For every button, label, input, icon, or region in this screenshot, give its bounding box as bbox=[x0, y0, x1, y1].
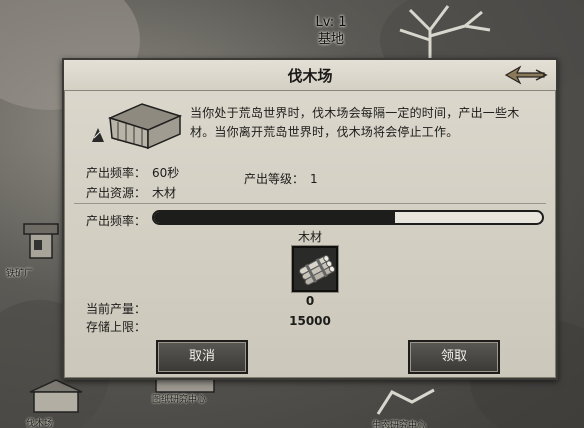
progress-fill bbox=[154, 212, 395, 223]
current-output-value: 0 bbox=[305, 294, 315, 308]
claim-button[interactable]: 领取 bbox=[408, 340, 500, 374]
wood-log-bundle-icon bbox=[299, 255, 336, 286]
dead-tree-icon bbox=[399, 5, 491, 60]
frequency-label: 产出频率： bbox=[86, 166, 147, 180]
lumber-mill-icon bbox=[92, 103, 183, 150]
level-label: 产出等级： bbox=[244, 172, 305, 186]
eco-research-building[interactable] bbox=[372, 384, 442, 418]
dialog-title: 伐木场 bbox=[287, 67, 333, 85]
resource-label: 产出资源： bbox=[86, 186, 147, 200]
map-label-eco-center: 生态研究中心 bbox=[372, 421, 427, 428]
frequency-stat: 产出频率： 60秒 bbox=[86, 164, 179, 181]
resource-stat: 产出资源： 木材 bbox=[86, 184, 176, 201]
frequency-value: 60秒 bbox=[152, 166, 180, 180]
close-arrow-icon[interactable] bbox=[504, 64, 548, 86]
base-level-badge[interactable]: Lv: 1 基地 bbox=[298, 14, 364, 52]
cancel-button[interactable]: 取消 bbox=[156, 340, 248, 374]
resource-name: 木材 bbox=[297, 230, 322, 244]
map-label-iron-mine: 铁矿厂 bbox=[6, 269, 34, 279]
progress-label: 产出频率： bbox=[86, 214, 147, 228]
resource-value: 木材 bbox=[152, 186, 177, 200]
capacity-value: 15000 bbox=[289, 314, 331, 328]
dialog-header: 伐木场 bbox=[64, 60, 556, 91]
base-label: 基地 bbox=[317, 32, 344, 47]
building-description: 当你处于荒岛世界时，伐木场会每隔一定的时间，产出一些木材。当你离开荒岛世界时，伐… bbox=[190, 106, 520, 139]
lumber-mill-dialog: 伐木场 当你处于荒岛世界时，伐木场会每隔一定的时间，产出一些木材。当你离开荒岛世… bbox=[62, 58, 558, 380]
base-level: Lv: 1 bbox=[315, 15, 347, 30]
lumber-mill-building[interactable] bbox=[26, 376, 86, 416]
level-value: 1 bbox=[310, 172, 318, 186]
map-label-lumber-mill: 伐木场 bbox=[26, 419, 54, 428]
iron-mine-building[interactable] bbox=[20, 218, 64, 268]
production-progress-bar bbox=[152, 210, 544, 225]
map-label-blueprint-center: 图纸研究中心 bbox=[152, 395, 207, 405]
divider bbox=[74, 203, 546, 204]
level-stat: 产出等级： 1 bbox=[244, 170, 318, 187]
resource-slot[interactable] bbox=[292, 246, 338, 292]
